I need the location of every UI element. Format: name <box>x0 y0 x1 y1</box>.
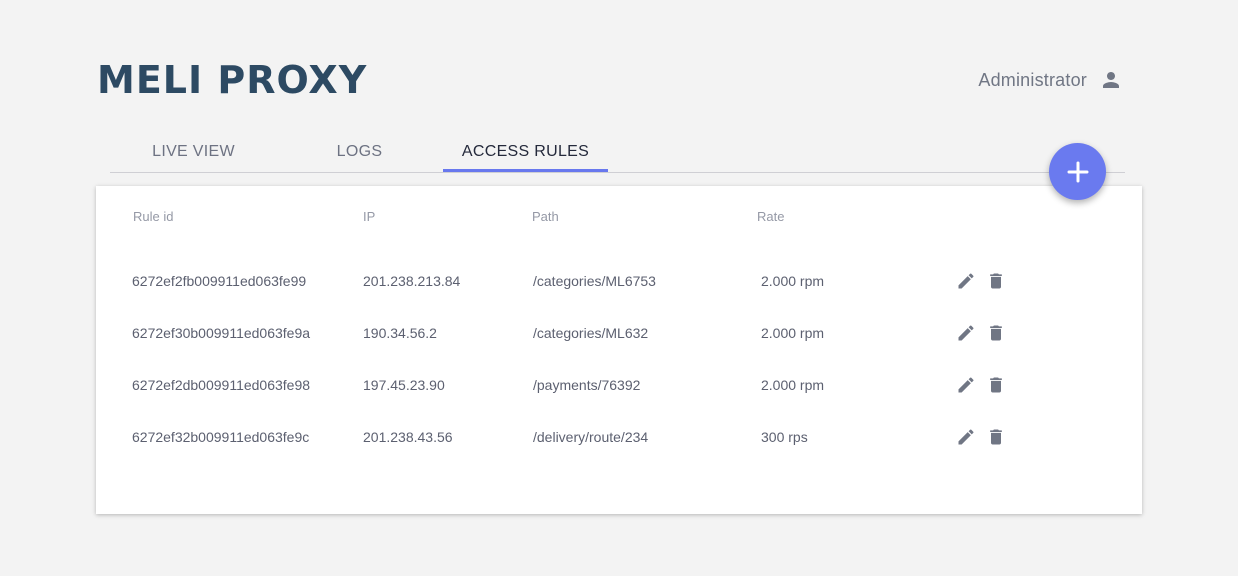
plus-icon <box>1066 160 1090 184</box>
ip-cell: 197.45.23.90 <box>363 377 445 393</box>
ip-cell: 201.238.213.84 <box>363 273 461 289</box>
pencil-icon[interactable] <box>956 427 976 447</box>
table-row: 6272ef2fb009911ed063fe99 201.238.213.84 … <box>96 269 1142 293</box>
table-row: 6272ef32b009911ed063fe9c 201.238.43.56 /… <box>96 425 1142 449</box>
rate-cell: 2.000 rpm <box>761 273 825 289</box>
rule-id-cell: 6272ef2db009911ed063fe98 <box>132 377 311 393</box>
pencil-icon[interactable] <box>956 323 976 343</box>
access-rules-table: Rule id IP Path Rate 6272ef2fb009911ed06… <box>96 186 1142 514</box>
column-header-path: Path <box>532 209 559 224</box>
column-header-rule-id: Rule id <box>133 209 174 224</box>
tab-logs[interactable]: LOGS <box>277 132 442 172</box>
path-cell: /categories/ML632 <box>533 325 649 341</box>
person-icon <box>1099 68 1123 92</box>
rule-id-cell: 6272ef32b009911ed063fe9c <box>132 429 310 445</box>
table-row: 6272ef2db009911ed063fe98 197.45.23.90 /p… <box>96 373 1142 397</box>
column-header-ip: IP <box>363 209 376 224</box>
tab-bar: LIVE VIEW LOGS ACCESS RULES <box>110 132 1125 173</box>
ip-cell: 201.238.43.56 <box>363 429 453 445</box>
rate-cell: 2.000 rpm <box>761 377 825 393</box>
path-cell: /categories/ML6753 <box>533 273 656 289</box>
tab-access-rules[interactable]: ACCESS RULES <box>443 132 608 172</box>
rate-cell: 2.000 rpm <box>761 325 825 341</box>
app-title: MELI PROXY <box>97 58 368 102</box>
user-menu[interactable]: Administrator <box>978 66 1123 94</box>
rate-cell: 300 rps <box>761 429 808 445</box>
rule-id-cell: 6272ef30b009911ed063fe9a <box>132 325 311 341</box>
column-header-rate: Rate <box>757 209 785 224</box>
pencil-icon[interactable] <box>956 271 976 291</box>
trash-icon[interactable] <box>986 375 1006 395</box>
add-rule-button[interactable] <box>1049 143 1106 200</box>
path-cell: /delivery/route/234 <box>533 429 649 445</box>
trash-icon[interactable] <box>986 427 1006 447</box>
trash-icon[interactable] <box>986 323 1006 343</box>
table-row: 6272ef30b009911ed063fe9a 190.34.56.2 /ca… <box>96 321 1142 345</box>
tab-live-view[interactable]: LIVE VIEW <box>110 132 277 172</box>
ip-cell: 190.34.56.2 <box>363 325 437 341</box>
path-cell: /payments/76392 <box>533 377 641 393</box>
pencil-icon[interactable] <box>956 375 976 395</box>
rule-id-cell: 6272ef2fb009911ed063fe99 <box>132 273 307 289</box>
user-name: Administrator <box>978 69 1087 90</box>
trash-icon[interactable] <box>986 271 1006 291</box>
